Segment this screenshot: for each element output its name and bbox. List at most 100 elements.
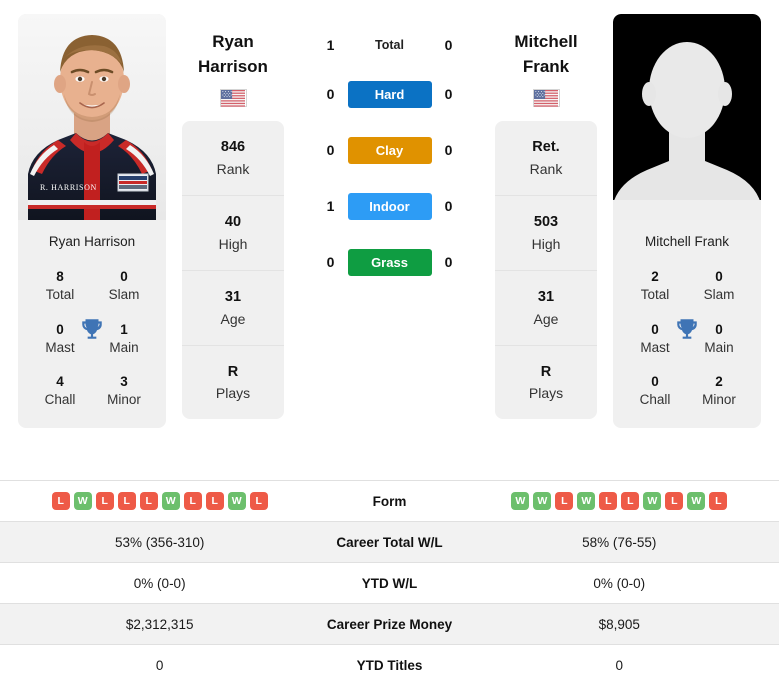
stat-value: R — [227, 363, 239, 380]
title-stat-chall: 4 Chall — [28, 367, 92, 419]
player-card-left[interactable]: R. HARRISON Ryan Harrison 8 Total 0 Slam… — [18, 14, 166, 428]
form-badge-loss[interactable]: L — [95, 492, 114, 510]
title-stat-value: 2 — [715, 374, 723, 390]
form-badge-loss[interactable]: L — [599, 492, 618, 510]
table-row-ytd-titles: 0 YTD Titles 0 — [0, 644, 779, 686]
stat-label: Age — [220, 310, 246, 327]
titles-grid-right: 2 Total 0 Slam 0 Mast 0 Main 0 Chall 2 M… — [613, 262, 761, 419]
player-last-name-left: Harrison — [198, 56, 268, 76]
surface-row-grass: 0 Grass 0 — [294, 234, 485, 290]
title-stat-slam: 0 Slam — [92, 262, 156, 314]
form-badge-loss[interactable]: L — [205, 492, 224, 510]
row-value-right: 58% (76-55) — [459, 521, 779, 563]
title-stat-value: 8 — [56, 269, 64, 285]
us-flag-icon — [532, 89, 560, 108]
surface-badge-clay[interactable]: Clay — [347, 136, 432, 164]
title-stat-value: 4 — [56, 374, 64, 390]
form-badge-win[interactable]: W — [161, 492, 180, 510]
form-cell-left: LWLLLWLLWL — [0, 480, 320, 522]
form-badge-loss[interactable]: L — [183, 492, 202, 510]
row-value-left: 53% (356-310) — [0, 521, 320, 563]
player-summary-right: Mitchell Frank Ret. Rank 503 High 31 Age… — [489, 14, 603, 420]
title-stat-value: 0 — [651, 374, 659, 390]
surface-left-value: 0 — [326, 142, 335, 158]
title-stat-label: Chall — [639, 392, 671, 408]
title-stat-value: 0 — [715, 269, 723, 285]
title-stat-chall: 0 Chall — [623, 367, 687, 419]
stat-high-right: 503 High — [495, 196, 597, 271]
flag-wrap-left — [182, 79, 284, 121]
row-value-left: $2,312,315 — [0, 603, 320, 645]
title-stat-label: Total — [640, 287, 670, 303]
stat-plays-left: R Plays — [182, 346, 284, 420]
trophy-icon — [79, 316, 105, 342]
stat-label: Age — [533, 310, 559, 327]
player-summary-left: Ryan Harrison 846 Rank 40 High 31 Age R … — [176, 14, 290, 420]
title-stat-total: 8 Total — [28, 262, 92, 314]
row-value-left: 0% (0-0) — [0, 562, 320, 604]
form-strip-right: WWLWLLWLWL — [460, 492, 779, 510]
stat-label: High — [531, 235, 561, 252]
stat-age-left: 31 Age — [182, 271, 284, 346]
stat-value: 31 — [224, 288, 242, 305]
svg-text:R. HARRISON: R. HARRISON — [40, 183, 97, 192]
surface-left-value: 0 — [326, 254, 335, 270]
player-last-name-right: Frank — [522, 56, 570, 76]
surface-badge-grass[interactable]: Grass — [347, 248, 432, 276]
form-badge-win[interactable]: W — [511, 492, 530, 510]
stat-stack-left: 846 Rank 40 High 31 Age R Plays — [182, 121, 284, 420]
row-value-left: 0 — [0, 644, 320, 686]
form-badge-loss[interactable]: L — [621, 492, 640, 510]
stat-label: Plays — [528, 385, 564, 402]
surface-row-total: 1 Total 0 — [294, 14, 485, 66]
title-stat-value: 2 — [651, 269, 659, 285]
surface-badge-indoor[interactable]: Indoor — [347, 192, 432, 220]
stat-value: 846 — [220, 139, 246, 156]
us-flag-icon — [219, 89, 247, 108]
form-badge-win[interactable]: W — [73, 492, 92, 510]
form-badge-win[interactable]: W — [227, 492, 246, 510]
stat-value: R — [540, 363, 552, 380]
form-badge-win[interactable]: W — [643, 492, 662, 510]
row-label: YTD W/L — [319, 562, 460, 604]
form-badge-loss[interactable]: L — [117, 492, 136, 510]
player-name-right: Mitchell Frank — [644, 234, 730, 249]
form-badge-win[interactable]: W — [533, 492, 552, 510]
form-badge-loss[interactable]: L — [51, 492, 70, 510]
stat-label: Plays — [215, 385, 251, 402]
form-badge-loss[interactable]: L — [665, 492, 684, 510]
title-stat-label: Minor — [702, 392, 736, 408]
stat-label: High — [218, 235, 248, 252]
row-value-right: 0% (0-0) — [459, 562, 779, 604]
player-card-right[interactable]: Mitchell Frank 2 Total 0 Slam 0 Mast 0 M… — [613, 14, 761, 428]
surface-right-value: 0 — [444, 86, 453, 102]
surface-left-value: 1 — [326, 198, 335, 214]
surface-right-value: 0 — [444, 254, 453, 270]
form-badge-loss[interactable]: L — [249, 492, 268, 510]
stat-value: 40 — [224, 214, 242, 231]
surface-row-indoor: 1 Indoor 0 — [294, 178, 485, 234]
surface-badge-hard[interactable]: Hard — [347, 80, 432, 108]
surface-left-value: 1 — [326, 37, 335, 53]
title-stat-slam: 0 Slam — [687, 262, 751, 314]
form-cell-right: WWLWLLWLWL — [459, 480, 779, 522]
title-stat-value: 3 — [120, 374, 128, 390]
row-label: Career Total W/L — [319, 521, 460, 563]
title-stat-minor: 3 Minor — [92, 367, 156, 419]
stat-rank-right: Ret. Rank — [495, 121, 597, 197]
form-badge-loss[interactable]: L — [709, 492, 728, 510]
title-stat-minor: 2 Minor — [687, 367, 751, 419]
title-stat-label: Slam — [703, 287, 735, 303]
row-label: Form — [319, 480, 460, 522]
stat-plays-right: R Plays — [495, 346, 597, 420]
form-badge-win[interactable]: W — [687, 492, 706, 510]
title-stat-label: Minor — [107, 392, 141, 408]
form-badge-loss[interactable]: L — [555, 492, 574, 510]
title-stat-total: 2 Total — [623, 262, 687, 314]
form-badge-loss[interactable]: L — [139, 492, 158, 510]
surface-row-clay: 0 Clay 0 — [294, 122, 485, 178]
stat-label: Rank — [216, 161, 250, 178]
titles-grid-left: 8 Total 0 Slam 0 Mast 1 Main 4 Chall 3 M… — [18, 262, 166, 419]
form-badge-win[interactable]: W — [577, 492, 596, 510]
player-comparison-page: R. HARRISON Ryan Harrison 8 Total 0 Slam… — [0, 0, 779, 699]
